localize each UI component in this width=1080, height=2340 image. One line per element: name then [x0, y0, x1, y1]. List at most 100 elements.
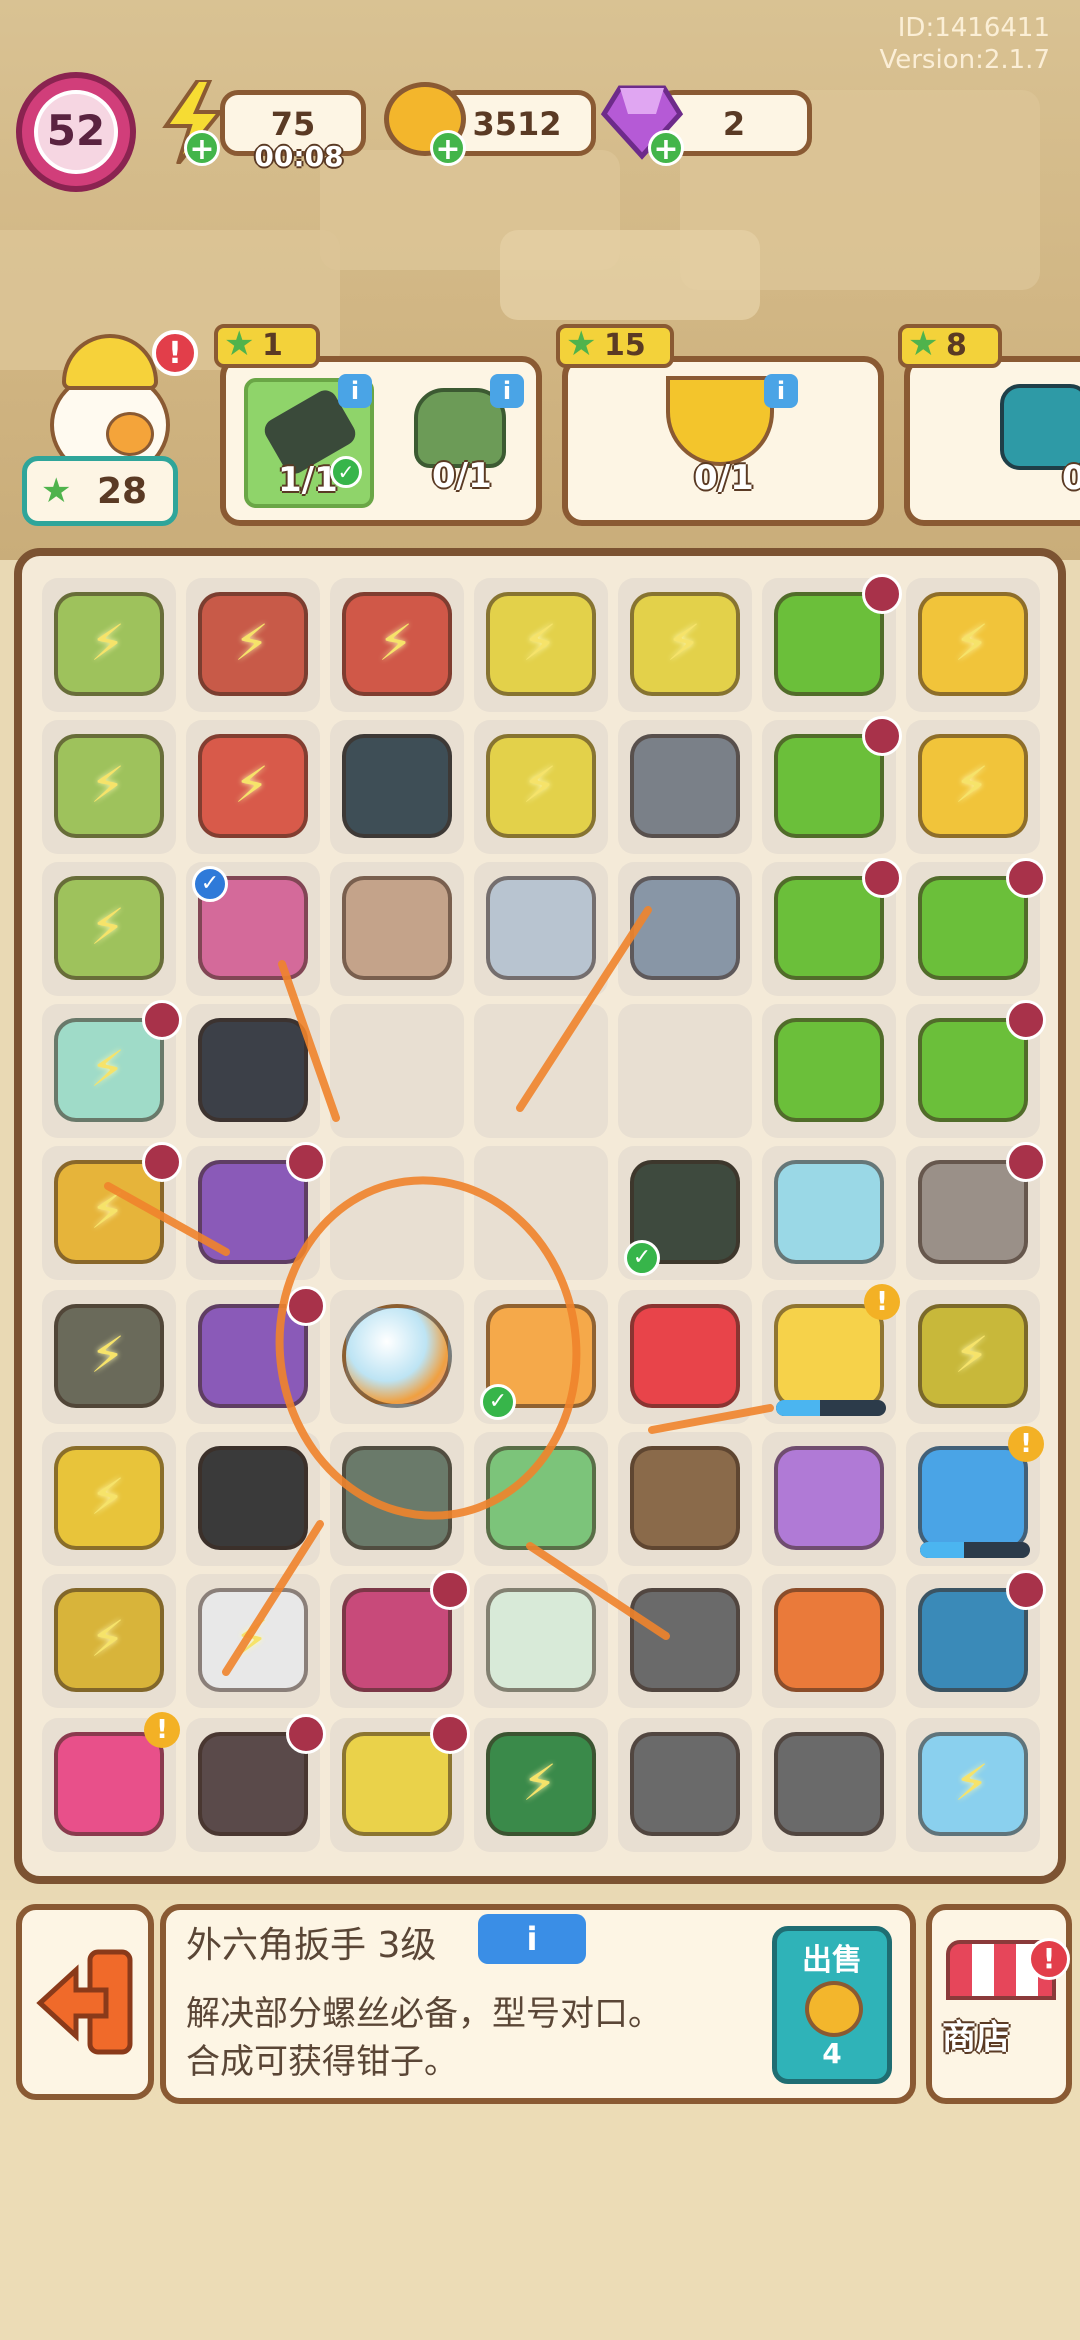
- timer-icon: [1006, 1000, 1046, 1040]
- board-cell[interactable]: [762, 1004, 896, 1138]
- board-cell[interactable]: [762, 716, 902, 854]
- sell-button[interactable]: 出售 4: [772, 1926, 892, 2084]
- board-cell[interactable]: ⚡: [186, 1574, 320, 1708]
- board-cell[interactable]: ⚡: [42, 1000, 182, 1138]
- board-cell[interactable]: [186, 1286, 326, 1424]
- mace-icon: [630, 876, 740, 980]
- board-cell[interactable]: [330, 862, 464, 996]
- board-cell[interactable]: [186, 1432, 320, 1566]
- check-icon: ✓: [480, 1384, 516, 1420]
- level-badge[interactable]: 52: [16, 72, 136, 192]
- done-check-icon: ✓: [330, 456, 362, 488]
- board-cell[interactable]: ✓: [474, 1290, 608, 1424]
- board-cell[interactable]: [330, 1146, 464, 1280]
- board-cell[interactable]: [618, 862, 752, 996]
- timer-icon: [1006, 1142, 1046, 1182]
- pink-backpack-icon: [54, 1732, 164, 1836]
- info-icon[interactable]: i: [764, 374, 798, 408]
- board-cell[interactable]: ✓: [618, 1146, 752, 1280]
- board-cell[interactable]: [330, 1290, 464, 1424]
- purple-float-icon: [774, 1446, 884, 1550]
- board-cell[interactable]: [474, 1574, 608, 1708]
- board-cell[interactable]: [906, 1570, 1046, 1708]
- board-cell[interactable]: ⚡: [906, 1718, 1040, 1852]
- timer-icon: [286, 1286, 326, 1326]
- board-cell[interactable]: [618, 1718, 752, 1852]
- board-cell[interactable]: ⚡: [42, 1574, 176, 1708]
- board-cell[interactable]: [906, 858, 1046, 996]
- board-cell[interactable]: ⚡: [906, 720, 1040, 854]
- board-cell[interactable]: [906, 1000, 1046, 1138]
- board-cell[interactable]: ⚡: [42, 862, 176, 996]
- info-icon[interactable]: i: [338, 374, 372, 408]
- merge-board: ⚡ ⚡ ⚡ ⚡ ⚡ ⚡ ⚡ ⚡ ⚡ ⚡ ⚡ ✓ ⚡ ⚡ ✓ ⚡ ✓! ⚡ ⚡! ⚡ ⚡! ⚡ ⚡: [14, 548, 1066, 1884]
- board-cell[interactable]: [330, 1714, 470, 1852]
- energy-bolt-icon: ⚡: [90, 898, 126, 956]
- board-cell[interactable]: ⚡: [906, 578, 1040, 712]
- star-icon: ★: [566, 324, 597, 364]
- info-icon[interactable]: i: [490, 374, 524, 408]
- board-cell[interactable]: ⚡: [474, 720, 608, 854]
- board-cell[interactable]: ⚡: [186, 578, 320, 712]
- board-cell[interactable]: ⚡: [42, 578, 176, 712]
- timer-icon: [286, 1714, 326, 1754]
- timer-icon: [142, 1000, 182, 1040]
- board-cell[interactable]: [762, 1574, 896, 1708]
- version-label: Version:2.1.7: [879, 45, 1050, 75]
- board-cell[interactable]: ⚡: [474, 1718, 608, 1852]
- item-info-button[interactable]: i: [478, 1914, 586, 1964]
- board-cell[interactable]: [330, 1004, 464, 1138]
- board-cell[interactable]: [762, 1432, 896, 1566]
- orange-cooler-icon: [774, 1588, 884, 1692]
- board-cell[interactable]: ⚡: [42, 720, 176, 854]
- board-cell[interactable]: [330, 720, 464, 854]
- board-cell[interactable]: [474, 862, 608, 996]
- board-cell[interactable]: [186, 1714, 326, 1852]
- board-cell[interactable]: ⚡: [186, 720, 320, 854]
- board-cell[interactable]: [474, 1004, 608, 1138]
- task-progress: 0/1: [432, 456, 492, 496]
- board-cell[interactable]: [330, 1570, 470, 1708]
- star-points-panel[interactable]: ★ 28: [22, 456, 178, 526]
- board-cell[interactable]: ⚡: [42, 1432, 176, 1566]
- board-cell[interactable]: [906, 1142, 1046, 1280]
- board-cell[interactable]: [762, 1146, 896, 1280]
- board-cell[interactable]: ⚡: [330, 578, 464, 712]
- board-cell[interactable]: ✓: [186, 862, 320, 996]
- board-cell[interactable]: ⚡: [42, 1142, 182, 1280]
- board-cell[interactable]: ⚡: [474, 578, 608, 712]
- alert-icon: !: [864, 1284, 900, 1320]
- board-cell[interactable]: [330, 1432, 464, 1566]
- board-cell[interactable]: ⚡: [42, 1290, 176, 1424]
- pickaxe-icon: [342, 876, 452, 980]
- shop-button[interactable]: [926, 1904, 1072, 2104]
- board-cell[interactable]: !: [762, 1284, 900, 1424]
- task-panel-3[interactable]: 0/: [904, 356, 1080, 526]
- board-cell[interactable]: !: [42, 1712, 180, 1852]
- board-cell[interactable]: [618, 720, 752, 854]
- board-cell[interactable]: [186, 1004, 320, 1138]
- board-cell[interactable]: ⚡: [906, 1290, 1040, 1424]
- board-cell[interactable]: [618, 1574, 752, 1708]
- gem-add-icon[interactable]: +: [648, 130, 684, 167]
- board-cell[interactable]: [474, 1432, 608, 1566]
- board-cell[interactable]: [762, 574, 902, 712]
- board-cell[interactable]: [762, 858, 902, 996]
- board-cell[interactable]: ⚡: [618, 578, 752, 712]
- board-cell[interactable]: [618, 1004, 752, 1138]
- board-cell[interactable]: [762, 1718, 896, 1852]
- board-cell[interactable]: [186, 1142, 326, 1280]
- energy-value: 75: [270, 105, 316, 143]
- board-cell[interactable]: !: [906, 1426, 1044, 1566]
- energy-bolt-icon: ⚡: [954, 614, 990, 672]
- coin-add-icon[interactable]: +: [430, 130, 466, 167]
- shop-label: 商店: [942, 2018, 1010, 2058]
- task-progress: 0/1: [694, 458, 754, 498]
- board-cell[interactable]: [474, 1146, 608, 1280]
- task-panel-1[interactable]: 1/1 ✓ i 0/1 i: [220, 356, 542, 526]
- board-cell[interactable]: [618, 1290, 752, 1424]
- task-panel-2[interactable]: 0/1 i: [562, 356, 884, 526]
- energy-add-icon[interactable]: +: [184, 130, 220, 167]
- exit-button[interactable]: [16, 1904, 154, 2100]
- board-cell[interactable]: [618, 1432, 752, 1566]
